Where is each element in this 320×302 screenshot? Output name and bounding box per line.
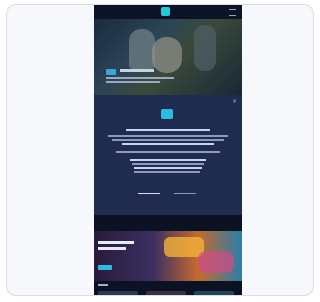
close-icon[interactable]: × [232, 98, 237, 105]
hero-image-figure [194, 25, 216, 71]
dialog-text-line [112, 139, 224, 141]
promo-title-text [98, 241, 134, 244]
hero-title-text [120, 69, 154, 72]
cookie-consent-dialog: × [94, 95, 242, 215]
promo-title-text [98, 247, 126, 250]
content-thumbnail[interactable] [194, 291, 234, 295]
promo-button[interactable] [98, 265, 112, 270]
hero-image-figure [152, 37, 182, 73]
preview-card: × [6, 4, 314, 296]
accept-button[interactable] [138, 187, 160, 194]
row-title-text [98, 284, 108, 286]
content-row [94, 281, 242, 295]
hero-subtitle-text [106, 81, 160, 83]
page-spacer [94, 215, 242, 231]
hero-banner[interactable] [94, 19, 242, 95]
dialog-text-line [130, 159, 206, 161]
hamburger-menu-icon[interactable] [229, 9, 236, 16]
promo-image [164, 237, 204, 257]
dialog-text-line [122, 143, 214, 145]
promo-banner[interactable] [94, 231, 242, 281]
mobile-page-screenshot: × [94, 5, 242, 295]
brand-logo-icon [161, 109, 173, 119]
top-navigation-bar [94, 5, 242, 19]
dialog-text-line [108, 135, 228, 137]
brand-logo-icon[interactable] [161, 7, 170, 16]
hero-subtitle-text [106, 77, 174, 79]
content-thumbnail[interactable] [146, 291, 186, 295]
dialog-text-line [126, 129, 210, 131]
promo-image [198, 251, 234, 273]
dialog-text-line [132, 163, 204, 165]
dialog-text-line [134, 171, 200, 173]
reject-button[interactable] [174, 187, 196, 194]
dialog-text-line [116, 151, 220, 153]
play-badge-icon [106, 69, 116, 75]
dialog-text-line [134, 167, 202, 169]
content-thumbnail[interactable] [98, 291, 138, 295]
